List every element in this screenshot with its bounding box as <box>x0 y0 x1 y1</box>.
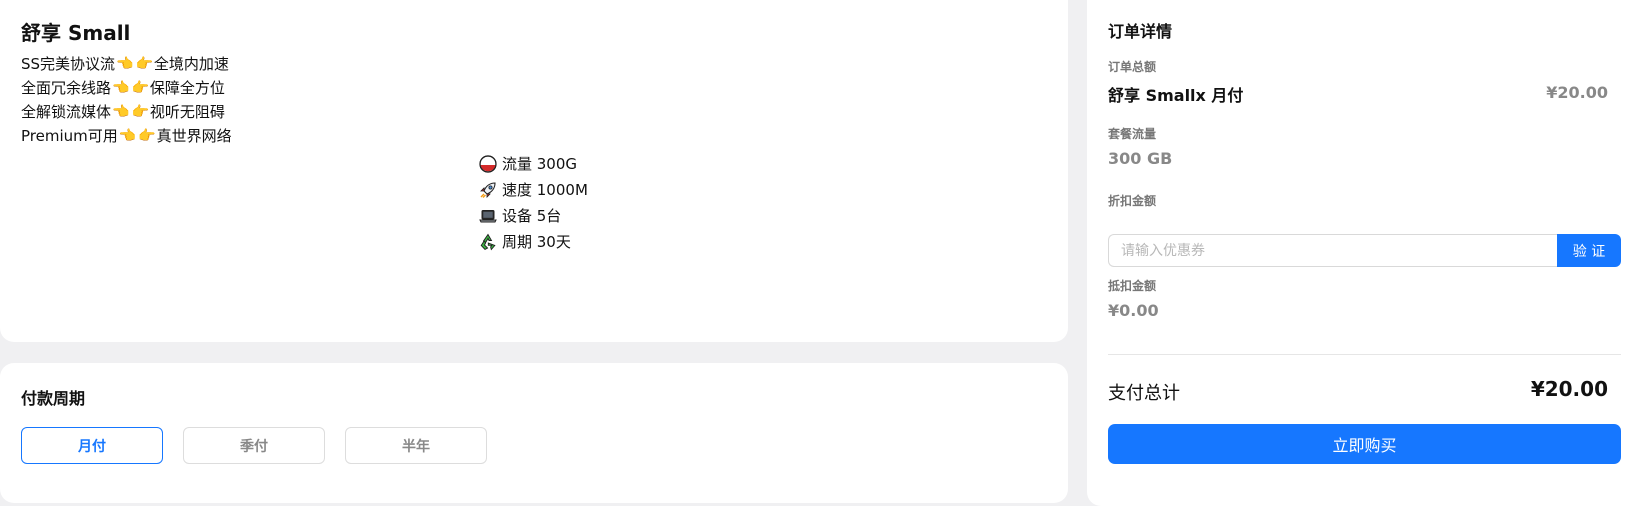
cycle-option-half-year[interactable]: 半年 <box>345 427 487 464</box>
divider <box>1108 354 1621 355</box>
traffic-icon <box>478 154 498 174</box>
pointing-right-hand-icon: 👉 <box>131 80 149 96</box>
pointing-left-hand-icon: 👈 <box>118 128 137 144</box>
order-total-label: 订单总额 <box>1108 60 1157 74</box>
feature-list: SS完美协议流 👈 👉 全境内加速 全面冗余线路 👈 👉 保障全方位 全解锁流媒体 … <box>21 52 232 148</box>
verify-button[interactable]: 验 证 <box>1557 234 1621 267</box>
laptop-icon <box>478 206 498 226</box>
spec-label: 设备 5台 <box>502 207 562 225</box>
coupon-row: 验 证 <box>1108 234 1621 267</box>
spec-devices: 设备 5台 <box>478 203 588 229</box>
order-details-title: 订单详情 <box>1108 22 1173 41</box>
coupon-input[interactable] <box>1108 234 1557 267</box>
pointing-right-hand-icon: 👉 <box>135 56 153 72</box>
feature-text: 真世界网络 <box>156 127 232 145</box>
feature-text: 全境内加速 <box>153 55 229 73</box>
payment-total-label: 支付总计 <box>1108 383 1180 404</box>
payment-total-value: ¥20.00 <box>1530 377 1608 401</box>
traffic-value: 300 GB <box>1108 149 1173 168</box>
spec-traffic: 流量 300G <box>478 151 588 177</box>
rocket-icon <box>478 180 498 200</box>
feature-line: 全解锁流媒体 👈 👉 视听无阻碍 <box>21 100 232 124</box>
deduct-value: ¥0.00 <box>1108 301 1159 320</box>
feature-text: 保障全方位 <box>149 79 225 97</box>
buy-now-button[interactable]: 立即购买 <box>1108 424 1621 464</box>
spec-list: 流量 300G 速度 1000M 设备 5台 周期 30天 <box>478 151 588 255</box>
feature-text: 全解锁流媒体 <box>21 103 112 121</box>
order-details-card: 订单详情 订单总额 舒享 Smallx 月付 ¥20.00 套餐流量 300 G… <box>1087 0 1648 506</box>
feature-text: 视听无阻碍 <box>149 103 225 121</box>
feature-text: 全面冗余线路 <box>21 79 112 97</box>
plan-title: 舒享 Small <box>21 21 131 45</box>
feature-line: 全面冗余线路 👈 👉 保障全方位 <box>21 76 232 100</box>
feature-text: SS完美协议流 <box>21 55 116 73</box>
order-item-name: 舒享 Smallx 月付 <box>1108 86 1244 105</box>
pointing-left-hand-icon: 👈 <box>112 80 130 96</box>
pointing-left-hand-icon: 👈 <box>112 104 130 120</box>
spec-cycle: 周期 30天 <box>478 229 588 255</box>
traffic-label: 套餐流量 <box>1108 127 1157 141</box>
pointing-left-hand-icon: 👈 <box>116 56 134 72</box>
pointing-right-hand-icon: 👉 <box>131 104 149 120</box>
feature-line: Premium可用 👈 👉 真世界网络 <box>21 124 232 148</box>
order-item-price: ¥20.00 <box>1546 83 1608 102</box>
cycle-option-monthly[interactable]: 月付 <box>21 427 163 464</box>
feature-text: Premium可用 <box>21 127 118 145</box>
deduct-label: 抵扣金额 <box>1108 279 1157 293</box>
spec-label: 周期 30天 <box>502 233 571 251</box>
spec-label: 速度 1000M <box>502 181 588 199</box>
payment-cycle-title: 付款周期 <box>21 389 86 408</box>
payment-cycle-card: 付款周期 月付 季付 半年 <box>0 363 1068 503</box>
recycle-icon <box>478 232 498 252</box>
plan-card: 舒享 Small SS完美协议流 👈 👉 全境内加速 全面冗余线路 👈 👉 保障全方… <box>0 0 1068 342</box>
pointing-right-hand-icon: 👉 <box>138 128 156 144</box>
spec-speed: 速度 1000M <box>478 177 588 203</box>
feature-line: SS完美协议流 👈 👉 全境内加速 <box>21 52 232 76</box>
discount-label: 折扣金额 <box>1108 194 1157 208</box>
spec-label: 流量 300G <box>502 155 578 173</box>
cycle-option-quarterly[interactable]: 季付 <box>183 427 325 464</box>
